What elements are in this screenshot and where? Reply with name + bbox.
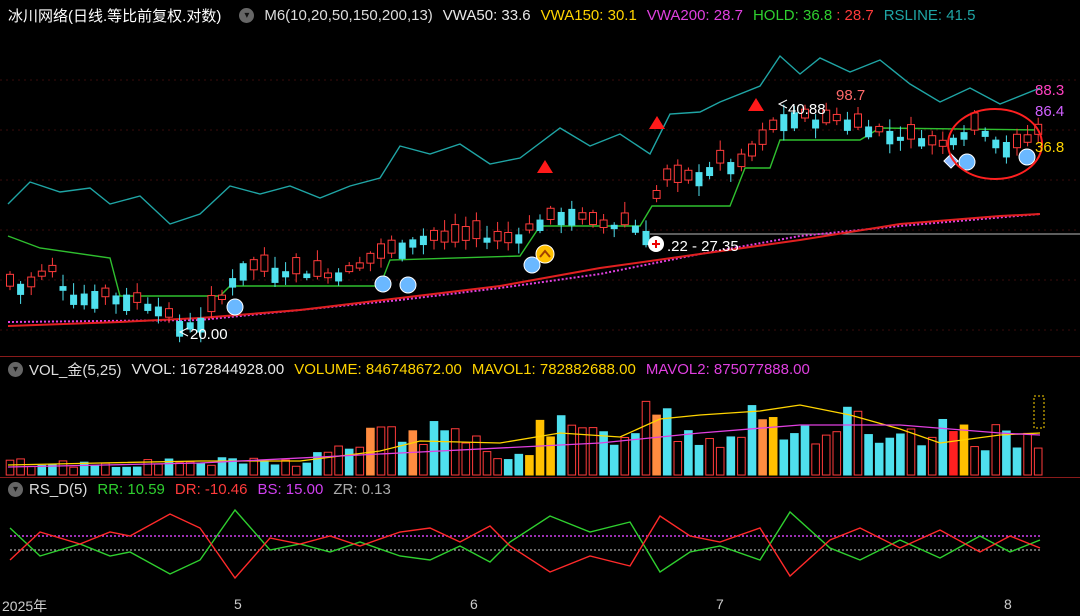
sell-triangle-icon	[649, 116, 665, 129]
volume-value: VOLUME: 846748672.00	[294, 360, 462, 378]
sell-triangle-icon	[748, 98, 764, 111]
candles	[6, 102, 1043, 343]
mavol1-value: MAVOL1: 782882688.00	[471, 360, 636, 378]
vwa150-value: VWA150: 30.1	[540, 6, 637, 24]
axis-label-jul: 7	[716, 596, 724, 612]
axis-label-year: 2025年	[2, 598, 48, 614]
right-hold-label: 36.8	[1035, 139, 1064, 156]
hold-line	[7, 127, 1041, 297]
rr-value: RR: 10.59	[97, 480, 165, 498]
buy-ball-icon	[374, 275, 392, 293]
date-axis: 2025年 5 6 7 8	[0, 594, 1080, 614]
peak-label: 98.7	[836, 87, 865, 104]
right-top-label: 88.3	[1035, 82, 1064, 99]
range-label: .22 - 27.35	[667, 238, 739, 255]
axis-label-aug: 8	[1004, 596, 1012, 612]
sell-triangle-icon	[537, 160, 553, 173]
rsline-line	[7, 54, 1041, 225]
vol-title[interactable]: VOL_金(5,25)	[29, 359, 122, 380]
right-mid-label: 86.4	[1035, 103, 1064, 120]
vwa200-value: VWA200: 28.7	[646, 6, 743, 24]
axis-label-may: 5	[234, 596, 242, 612]
vvol-value: VVOL: 1672844928.00	[131, 360, 285, 378]
dr-value: DR: -10.46	[174, 480, 248, 498]
rs-title[interactable]: RS_D(5)	[29, 481, 87, 498]
bs-value: BS: 15.00	[257, 480, 324, 498]
rs-chart[interactable]	[0, 502, 1080, 594]
vwa50-value: VWA50: 33.6	[442, 6, 531, 24]
rsline-value: RSLINE: 41.5	[883, 6, 976, 24]
grid-lines	[0, 79, 1080, 331]
axis-label-jun: 6	[470, 596, 478, 612]
buy-ball-icon	[399, 276, 417, 294]
buy-ball-icon	[1018, 148, 1036, 166]
main-chart-header: 冰川网络(日线.等比前复权.对数) ▾ M6(10,20,50,150,200,…	[0, 3, 975, 27]
gold-chevron-icon	[535, 244, 555, 264]
stock-title[interactable]: 冰川网络(日线.等比前复权.对数)	[8, 5, 221, 26]
hold2-value: : 28.7	[836, 6, 874, 24]
mavol2-line	[7, 424, 1041, 468]
high-price-label: 40.88	[788, 101, 826, 118]
buy-ball-icon	[226, 298, 244, 316]
current-volume-placeholder	[1033, 395, 1045, 429]
candlestick-chart[interactable]: 20.00 40.88 .22 - 27.35 98.7 88.3 86.4 3…	[0, 28, 1080, 358]
hold-value: HOLD: 36.8	[752, 6, 833, 24]
mavol1-line	[7, 404, 1041, 466]
indicator-label[interactable]: M6(10,20,50,150,200,13)	[264, 7, 432, 24]
rs-header: ▾ RS_D(5) RR: 10.59 DR: -10.46 BS: 15.00…	[0, 477, 391, 501]
volume-chart[interactable]	[0, 381, 1080, 477]
ma-red-line	[7, 213, 1041, 327]
low-price-label: 20.00	[190, 326, 228, 343]
mavol2-value: MAVOL2: 875077888.00	[645, 360, 810, 378]
zr-value: ZR: 0.13	[333, 480, 391, 498]
chevron-down-icon[interactable]: ▾	[239, 7, 255, 23]
dr-line	[9, 513, 1041, 580]
volume-header: ▾ VOL_金(5,25) VVOL: 1672844928.00 VOLUME…	[0, 357, 810, 381]
chevron-down-icon[interactable]: ▾	[8, 481, 23, 497]
chevron-down-icon[interactable]: ▾	[8, 361, 23, 377]
rr-line	[9, 508, 1041, 575]
